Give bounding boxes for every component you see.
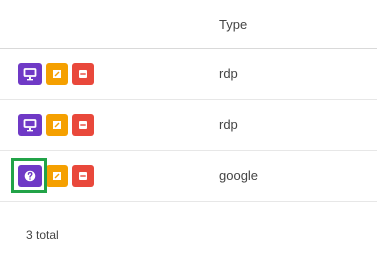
monitor-button[interactable] <box>18 114 42 136</box>
remove-button[interactable] <box>72 114 94 136</box>
table-row: rdp <box>0 49 377 100</box>
edit-button[interactable] <box>46 63 68 85</box>
edit-button[interactable] <box>46 165 68 187</box>
question-icon <box>23 169 37 183</box>
type-cell: rdp <box>219 117 238 132</box>
edit-icon <box>51 170 63 182</box>
minus-icon <box>77 170 89 182</box>
row-actions <box>18 113 94 137</box>
total-count: 3 total <box>26 228 59 242</box>
table-row: google <box>0 151 377 202</box>
type-column-header: Type <box>219 17 248 32</box>
minus-icon <box>77 68 89 80</box>
type-cell: rdp <box>219 66 238 81</box>
edit-icon <box>51 119 63 131</box>
row-actions <box>18 164 94 188</box>
monitor-icon <box>23 118 37 132</box>
table-row: rdp <box>0 100 377 151</box>
minus-icon <box>77 119 89 131</box>
row-actions <box>18 62 94 86</box>
monitor-icon <box>23 67 37 81</box>
connections-table: Type rdp rdp google 3 total <box>0 0 377 259</box>
remove-button[interactable] <box>72 165 94 187</box>
help-button[interactable] <box>18 165 42 187</box>
monitor-button[interactable] <box>18 63 42 85</box>
edit-button[interactable] <box>46 114 68 136</box>
table-header: Type <box>0 0 377 49</box>
edit-icon <box>51 68 63 80</box>
remove-button[interactable] <box>72 63 94 85</box>
type-cell: google <box>219 168 259 183</box>
